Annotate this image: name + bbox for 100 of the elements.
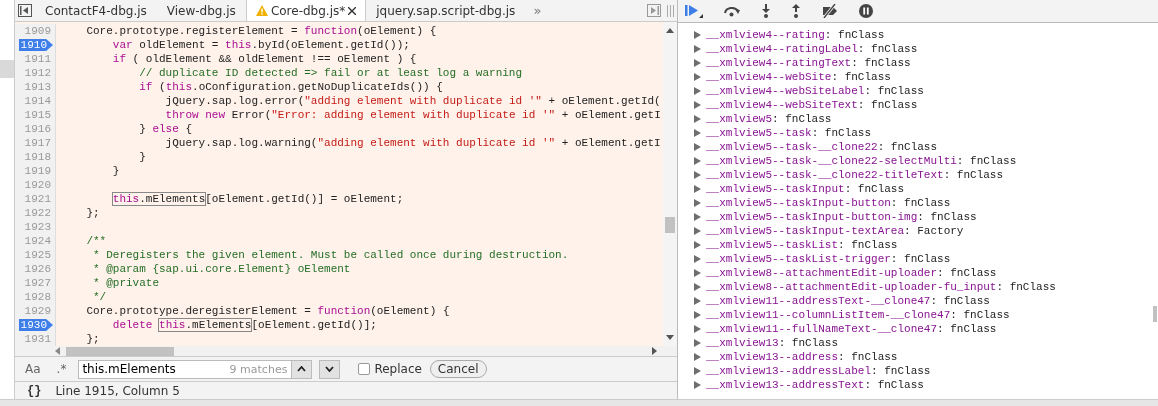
property-value: fnClass <box>791 337 839 349</box>
regex-toggle[interactable]: .* <box>52 362 71 376</box>
property-separator: : <box>844 183 852 195</box>
expand-arrow-icon[interactable] <box>694 269 701 277</box>
code-line: Core.prototype.deregisterElement = function(oElement) { <box>85 304 450 318</box>
property-name: __xmlview5--taskInput-button <box>706 197 891 209</box>
next-match-button[interactable] <box>319 359 341 379</box>
expand-arrow-icon[interactable] <box>694 367 701 375</box>
previous-match-button[interactable] <box>291 359 313 379</box>
pretty-print-button[interactable]: {} <box>23 383 46 398</box>
property-separator: : <box>943 169 951 181</box>
expand-arrow-icon[interactable] <box>694 45 701 53</box>
property-value: fnClass <box>785 113 832 125</box>
property-separator: : <box>824 29 832 41</box>
code-line: if ( oldElement && oldElement !== oElement ) { <box>111 52 417 66</box>
cancel-button[interactable]: Cancel <box>429 360 487 378</box>
scroll-left-icon[interactable] <box>55 347 60 355</box>
expand-arrow-icon[interactable] <box>694 143 701 151</box>
expand-arrow-icon[interactable] <box>694 129 701 137</box>
property-value: fnClass <box>884 365 931 377</box>
expand-arrow-icon[interactable] <box>694 157 701 165</box>
code-line: } <box>138 150 146 164</box>
expand-arrow-icon[interactable] <box>694 101 701 109</box>
property-value: fnClass <box>877 379 924 391</box>
expand-arrow-icon[interactable] <box>694 283 701 291</box>
expand-arrow-icon[interactable] <box>694 339 701 347</box>
expand-arrow-icon[interactable] <box>694 227 701 235</box>
property-separator: : <box>831 71 839 83</box>
property-separator: : <box>857 99 865 111</box>
breakpoint-line-number[interactable]: 1910 <box>18 39 53 51</box>
replace-checkbox[interactable]: Replace <box>358 362 422 376</box>
property-value: fnClass <box>871 43 918 55</box>
code-line: }; <box>85 332 100 346</box>
property-value: fnClass <box>844 71 891 83</box>
property-name: __xmlview5--taskInput-button-img <box>706 211 918 223</box>
property-value: fnClass <box>963 309 1010 321</box>
breakpoint-line-number[interactable]: 1930 <box>18 319 53 331</box>
file-tab[interactable]: ContactF4-dbg.js <box>35 0 157 21</box>
expand-arrow-icon[interactable] <box>694 115 701 123</box>
expand-arrow-icon[interactable] <box>694 255 701 263</box>
property-value: fnClass <box>851 351 898 363</box>
property-separator: : <box>778 337 786 349</box>
property-value: Factory <box>917 225 964 237</box>
file-tab[interactable]: jquery.sap.script-dbg.js <box>366 0 526 21</box>
property-separator: : <box>890 253 898 265</box>
expand-arrow-icon[interactable] <box>694 325 701 333</box>
expand-arrow-icon[interactable] <box>694 353 701 361</box>
property-separator: : <box>956 155 964 167</box>
scroll-up-icon[interactable] <box>666 28 674 33</box>
property-name: __xmlview5--taskInput <box>706 183 845 195</box>
expand-arrow-icon[interactable] <box>694 213 701 221</box>
pause-icon[interactable] <box>856 4 876 18</box>
property-name: __xmlview5--task <box>706 127 812 139</box>
expand-arrow-icon[interactable] <box>694 297 701 305</box>
expand-arrow-icon[interactable] <box>694 311 701 319</box>
property-separator: : <box>871 365 878 377</box>
more-tabs-button[interactable]: » <box>525 0 550 21</box>
property-separator: : <box>877 141 885 153</box>
scrollbar-thumb[interactable] <box>66 346 174 356</box>
match-case-toggle[interactable]: Aa <box>21 362 45 376</box>
property-name: __xmlview4--webSiteText <box>706 99 858 111</box>
property-value: fnClass <box>851 239 898 251</box>
scroll-right-icon[interactable] <box>652 347 657 355</box>
expand-arrow-icon[interactable] <box>694 171 701 179</box>
expand-arrow-icon[interactable] <box>694 199 701 207</box>
property-name: __xmlview4--webSiteLabel <box>706 85 865 97</box>
property-name: __xmlview5--taskList <box>706 239 839 251</box>
property-name: __xmlview13 <box>706 337 779 349</box>
property-name: __xmlview4--ratingText <box>706 57 852 69</box>
property-separator: : <box>937 267 944 279</box>
code-line: // duplicate ID detected => fail or at least log a warning <box>138 66 523 80</box>
chevron-up-icon <box>297 366 307 372</box>
code-line: * @param {sap.ui.core.Element} oElement <box>92 262 351 276</box>
expand-arrow-icon[interactable] <box>694 185 701 193</box>
scrollbar-thumb[interactable] <box>1153 306 1157 322</box>
close-icon[interactable] <box>348 6 357 15</box>
file-tab[interactable]: Core-dbg.js* <box>245 0 367 21</box>
property-separator: : <box>864 379 872 391</box>
property-name: __xmlview8--attachmentEdit-uploader-fu_input <box>706 281 997 293</box>
code-line: var oldElement = this.byId(oElement.getId()); <box>111 38 410 52</box>
horizontal-scrollbar[interactable] <box>15 346 677 356</box>
vertical-scrollbar[interactable] <box>663 22 677 346</box>
file-tab[interactable]: View-dbg.js <box>156 0 246 21</box>
expand-arrow-icon[interactable] <box>694 73 701 81</box>
property-name: __xmlview4--ratingLabel <box>706 43 858 55</box>
expand-arrow-icon[interactable] <box>694 59 701 67</box>
expand-arrow-icon[interactable] <box>694 31 701 39</box>
property-value: fnClass <box>970 155 1017 167</box>
expand-arrow-icon[interactable] <box>694 87 701 95</box>
property-name: __xmlview5--taskInput-textArea <box>706 225 905 237</box>
property-value: fnClass <box>950 267 997 279</box>
resume-icon[interactable] <box>682 4 706 18</box>
scroll-down-icon[interactable] <box>666 335 674 340</box>
scrollbar-thumb[interactable] <box>665 217 675 233</box>
property-value: fnClass <box>890 141 938 153</box>
property-separator: : <box>904 225 911 237</box>
property-name: __xmlview11--columnListItem-__clone47 <box>706 309 951 321</box>
expand-arrow-icon[interactable] <box>694 241 701 249</box>
code-line: } else { <box>138 122 193 136</box>
expand-arrow-icon[interactable] <box>694 381 701 389</box>
